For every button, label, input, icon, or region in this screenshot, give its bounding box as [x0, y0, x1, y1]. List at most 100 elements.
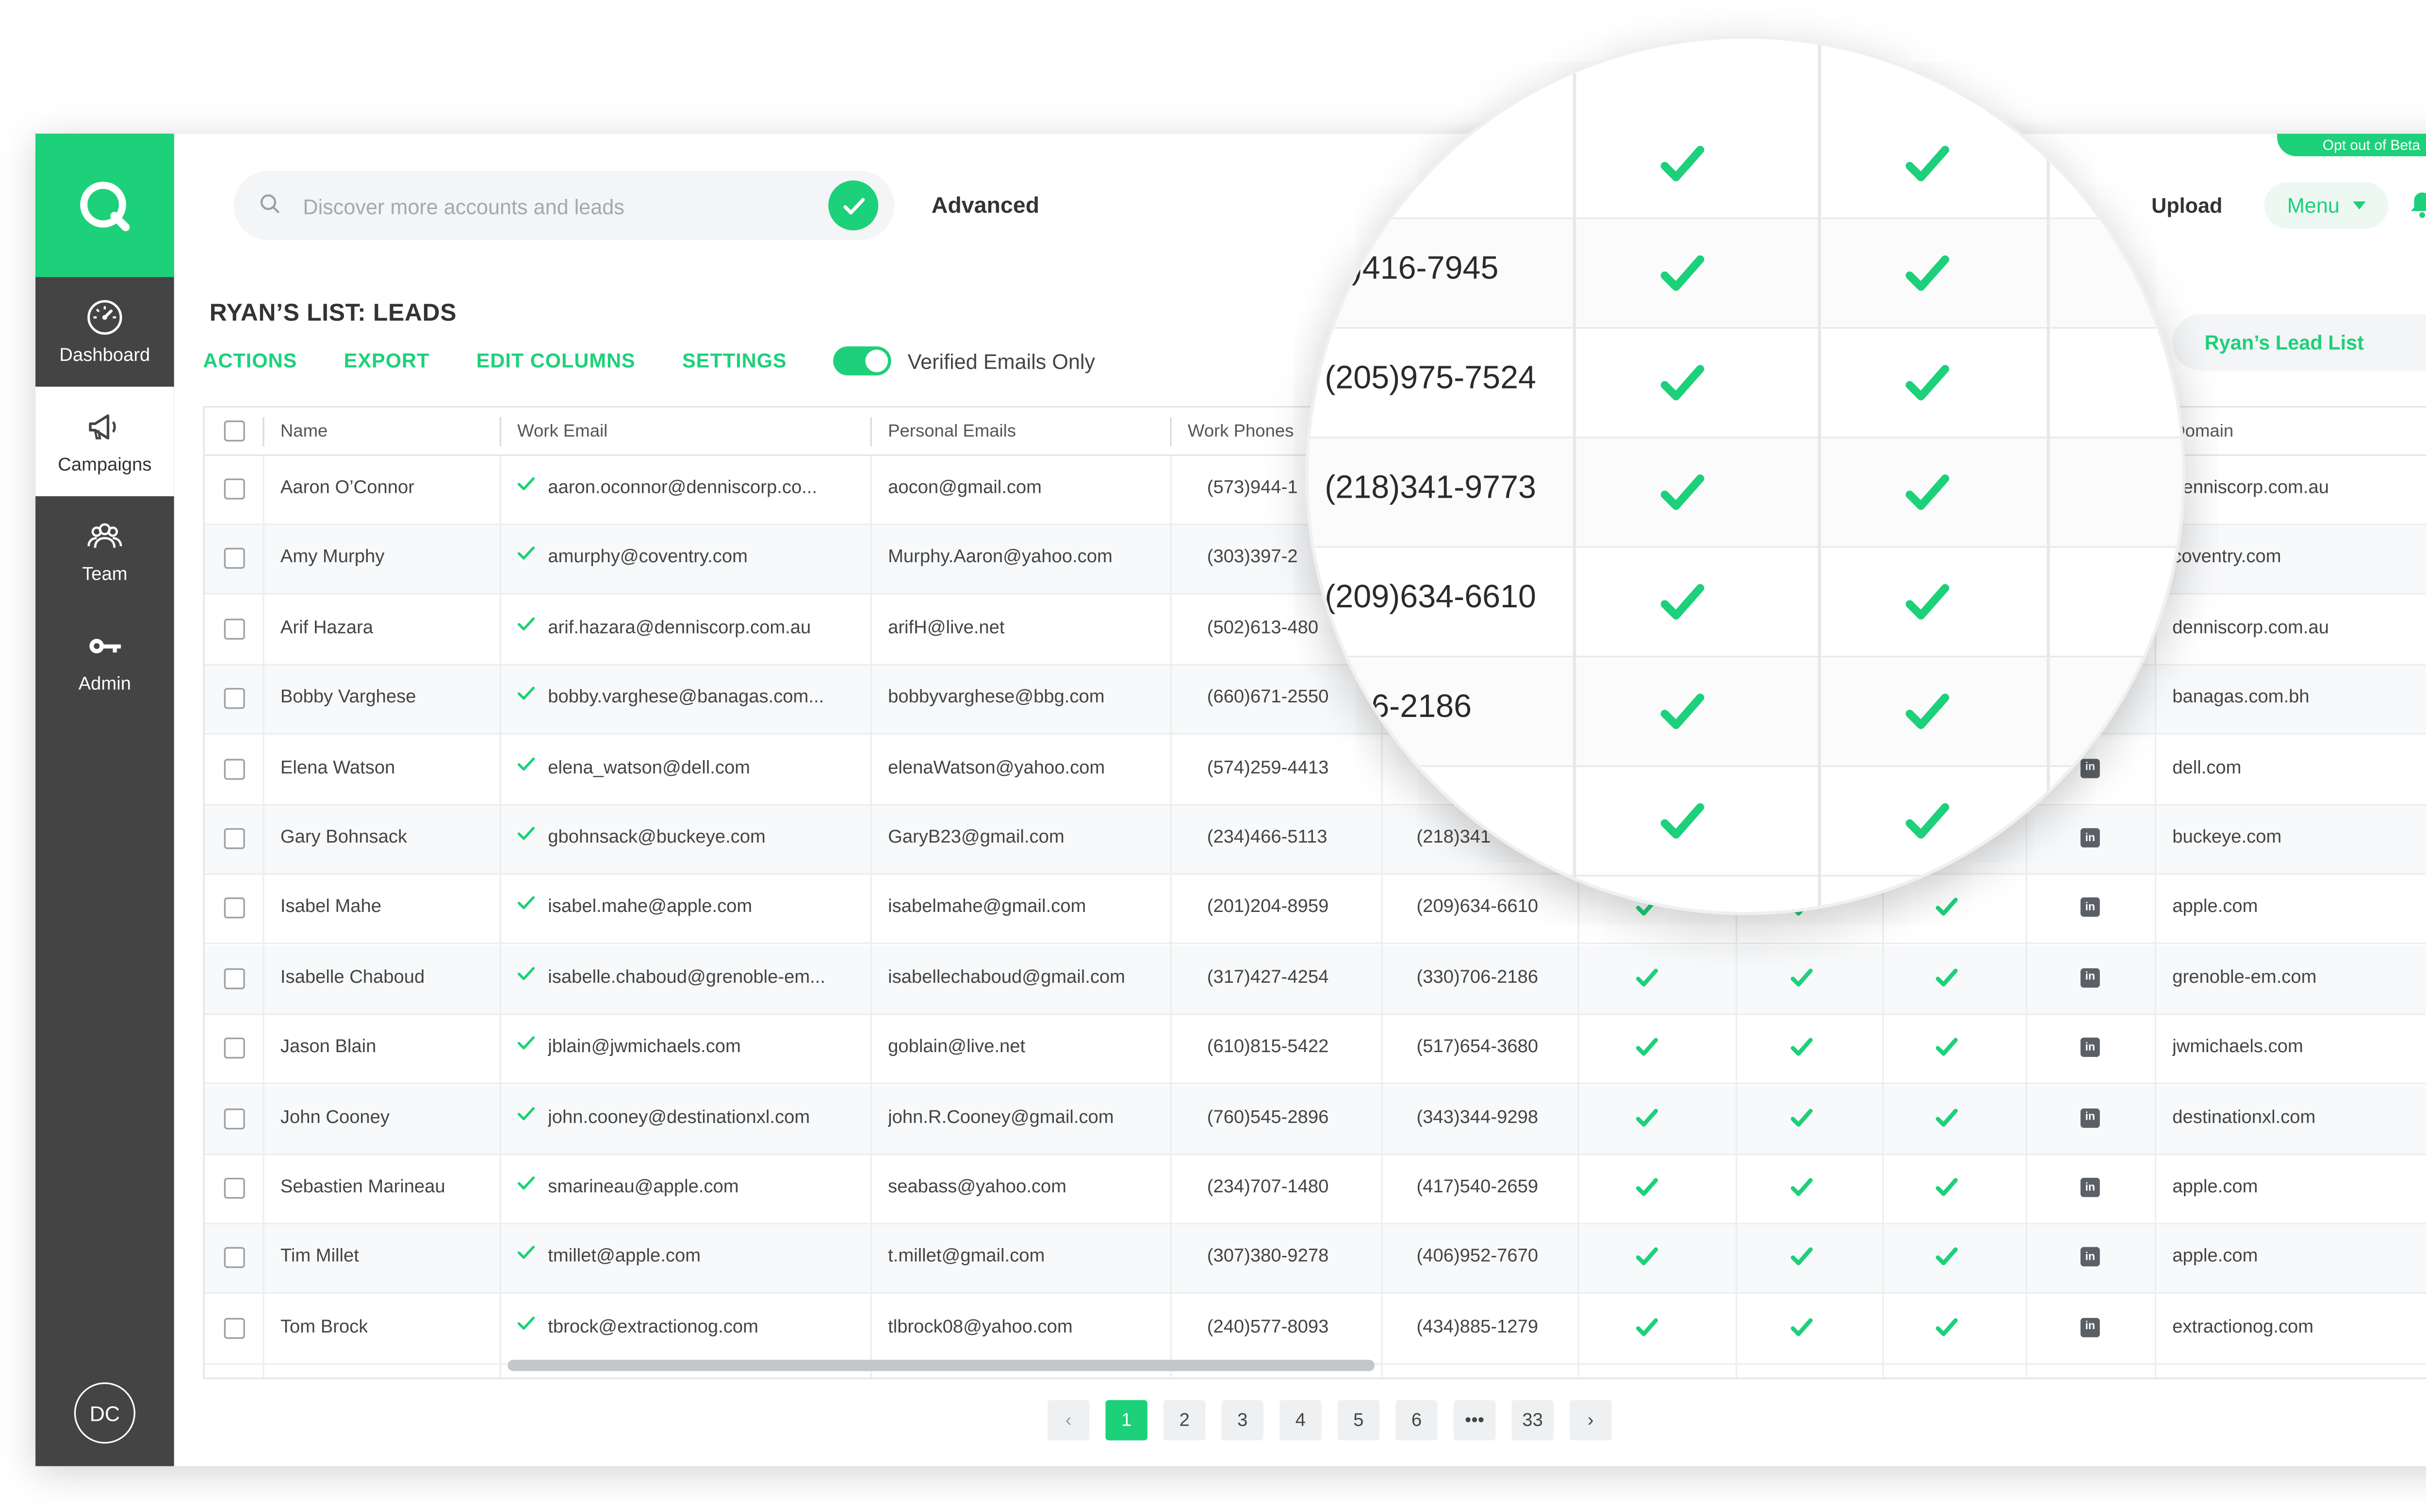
domain[interactable]: denniscorp.com.au — [2172, 478, 2329, 498]
domain[interactable]: jwmichaels.com — [2172, 1038, 2303, 1057]
lead-name[interactable]: Arif Hazara — [280, 618, 373, 638]
avatar[interactable]: DC — [74, 1382, 135, 1444]
row-checkbox[interactable] — [224, 1107, 245, 1129]
lead-name[interactable]: Isabel Mahe — [280, 898, 381, 917]
page-button-6[interactable]: 6 — [1395, 1400, 1438, 1441]
mobile-phone[interactable]: (517)654-3680 — [1417, 1038, 1570, 1057]
sidebar-item-campaigns[interactable]: Campaigns — [35, 387, 174, 496]
personal-email[interactable]: john.R.Cooney@gmail.com — [888, 1108, 1162, 1127]
sidebar-item-team[interactable]: Team — [35, 496, 174, 606]
work-email[interactable]: john.cooney@destinationxl.com — [548, 1108, 854, 1127]
menu-dropdown[interactable]: Menu — [2264, 182, 2389, 229]
domain[interactable]: dell.com — [2172, 758, 2241, 778]
bell-icon[interactable] — [2409, 190, 2426, 219]
row-checkbox[interactable] — [224, 1317, 245, 1339]
personal-email[interactable]: t.millet@gmail.com — [888, 1248, 1162, 1267]
work-phone[interactable]: (610)815-5422 — [1207, 1038, 1368, 1057]
lead-name[interactable]: Jason Blain — [280, 1038, 377, 1057]
verified-emails-toggle[interactable] — [833, 346, 892, 375]
opt-out-beta-banner[interactable]: Opt out of Beta › — [2277, 133, 2426, 157]
lead-name[interactable]: Tim Millet — [280, 1248, 359, 1267]
page-button-5[interactable]: 5 — [1337, 1400, 1380, 1441]
domain[interactable]: buckeye.com — [2172, 828, 2281, 847]
work-email[interactable]: aaron.oconnor@denniscorp.co... — [548, 478, 854, 498]
personal-email[interactable]: Murphy.Aaron@yahoo.com — [888, 549, 1162, 568]
linkedin-icon[interactable]: in — [2080, 898, 2100, 918]
personal-email[interactable]: bobbyvarghese@bbg.com — [888, 688, 1162, 708]
mobile-phone[interactable]: (434)885-1279 — [1417, 1317, 1570, 1337]
work-email[interactable]: tmillet@apple.com — [548, 1248, 854, 1267]
settings-button[interactable]: SETTINGS — [682, 350, 787, 372]
row-checkbox[interactable] — [224, 1038, 245, 1059]
domain[interactable]: denniscorp.com.au — [2172, 618, 2329, 638]
personal-email[interactable]: goblain@live.net — [888, 1038, 1162, 1057]
table-row[interactable]: Isabelle Chaboud isabelle.chaboud@grenobl… — [204, 945, 2426, 1015]
work-phone[interactable]: (234)707-1480 — [1207, 1178, 1368, 1197]
select-all-checkbox[interactable] — [224, 420, 245, 442]
table-row[interactable]: Tim Millet tmillet@apple.com t.millet@gmai… — [204, 1225, 2426, 1295]
horizontal-scrollbar[interactable] — [508, 1360, 1375, 1371]
work-email[interactable]: tbrock@extractionog.com — [548, 1317, 854, 1337]
col-header-name[interactable]: Name — [280, 422, 328, 441]
linkedin-icon[interactable]: in — [2080, 1317, 2100, 1337]
work-email[interactable]: bobby.varghese@banagas.com... — [548, 688, 854, 708]
work-email[interactable]: amurphy@coventry.com — [548, 549, 854, 568]
column-divider[interactable] — [870, 417, 872, 447]
work-email[interactable]: arif.hazara@denniscorp.com.au — [548, 618, 854, 638]
work-email[interactable]: jblain@jwmichaels.com — [548, 1038, 854, 1057]
lead-name[interactable]: John Cooney — [280, 1108, 390, 1127]
domain[interactable]: apple.com — [2172, 1178, 2258, 1197]
work-phone[interactable]: (240)577-8093 — [1207, 1317, 1368, 1337]
list-select[interactable]: Ryan’s Lead List — [2172, 314, 2426, 371]
col-header-work-phones[interactable]: Work Phones — [1188, 422, 1294, 441]
page-button-4[interactable]: 4 — [1279, 1400, 1322, 1441]
work-email[interactable]: isabelle.chaboud@grenoble-em... — [548, 968, 854, 987]
personal-email[interactable]: isabelmahe@gmail.com — [888, 898, 1162, 917]
row-checkbox[interactable] — [224, 828, 245, 849]
lead-name[interactable]: Tom Brock — [280, 1317, 368, 1337]
lead-name[interactable]: Amy Murphy — [280, 549, 384, 568]
linkedin-icon[interactable]: in — [2080, 1038, 2100, 1057]
table-row[interactable]: John Cooney john.cooney@destinationxl.com… — [204, 1085, 2426, 1155]
table-row[interactable]: Isabel Mahe isabel.mahe@apple.com isabelma… — [204, 876, 2426, 945]
lead-name[interactable]: Aaron O’Connor — [280, 478, 414, 498]
mobile-phone[interactable]: (209)634-6610 — [1417, 898, 1570, 917]
lead-name[interactable]: Bobby Varghese — [280, 688, 416, 708]
edit-columns-button[interactable]: EDIT COLUMNS — [476, 350, 636, 372]
prev-page-button[interactable]: ‹ — [1047, 1400, 1090, 1441]
mobile-phone[interactable]: (330)706-2186 — [1417, 968, 1570, 987]
table-row[interactable]: Jason Blain jblain@jwmichaels.com goblain@… — [204, 1015, 2426, 1085]
sidebar-item-admin[interactable]: Admin — [35, 606, 174, 715]
work-phone[interactable]: (317)427-4254 — [1207, 968, 1368, 987]
personal-email[interactable]: seabass@yahoo.com — [888, 1178, 1162, 1197]
domain[interactable]: banagas.com.bh — [2172, 688, 2309, 708]
row-checkbox[interactable] — [224, 688, 245, 710]
page-button-33[interactable]: 33 — [1511, 1400, 1554, 1441]
row-checkbox[interactable] — [224, 618, 245, 639]
personal-email[interactable]: GaryB23@gmail.com — [888, 828, 1162, 847]
column-divider[interactable] — [499, 417, 501, 447]
col-header-work-email[interactable]: Work Email — [517, 422, 607, 441]
work-email[interactable]: smarineau@apple.com — [548, 1178, 854, 1197]
linkedin-icon[interactable]: in — [2080, 1107, 2100, 1127]
work-email[interactable]: elena_watson@dell.com — [548, 758, 854, 778]
sidebar-item-dashboard[interactable]: Dashboard — [35, 277, 174, 387]
lead-name[interactable]: Elena Watson — [280, 758, 395, 778]
personal-email[interactable]: arifH@live.net — [888, 618, 1162, 638]
linkedin-icon[interactable]: in — [2080, 968, 2100, 988]
table-row[interactable]: Tom Brock tbrock@extractionog.com tlbrock0… — [204, 1295, 2426, 1365]
actions-button[interactable]: ACTIONS — [203, 350, 297, 372]
mobile-phone[interactable]: (406)952-7670 — [1417, 1248, 1570, 1267]
row-checkbox[interactable] — [224, 898, 245, 919]
linkedin-icon[interactable]: in — [2080, 1177, 2100, 1197]
export-button[interactable]: EXPORT — [344, 350, 430, 372]
page-button-3[interactable]: 3 — [1221, 1400, 1263, 1441]
mobile-phone[interactable]: (343)344-9298 — [1417, 1108, 1570, 1127]
work-email[interactable]: isabel.mahe@apple.com — [548, 898, 854, 917]
page-button-1[interactable]: 1 — [1105, 1400, 1147, 1441]
domain[interactable]: apple.com — [2172, 898, 2258, 917]
domain[interactable]: apple.com — [2172, 1248, 2258, 1267]
row-checkbox[interactable] — [224, 548, 245, 569]
domain[interactable]: grenoble-em.com — [2172, 968, 2316, 987]
work-phone[interactable]: (307)380-9278 — [1207, 1248, 1368, 1267]
